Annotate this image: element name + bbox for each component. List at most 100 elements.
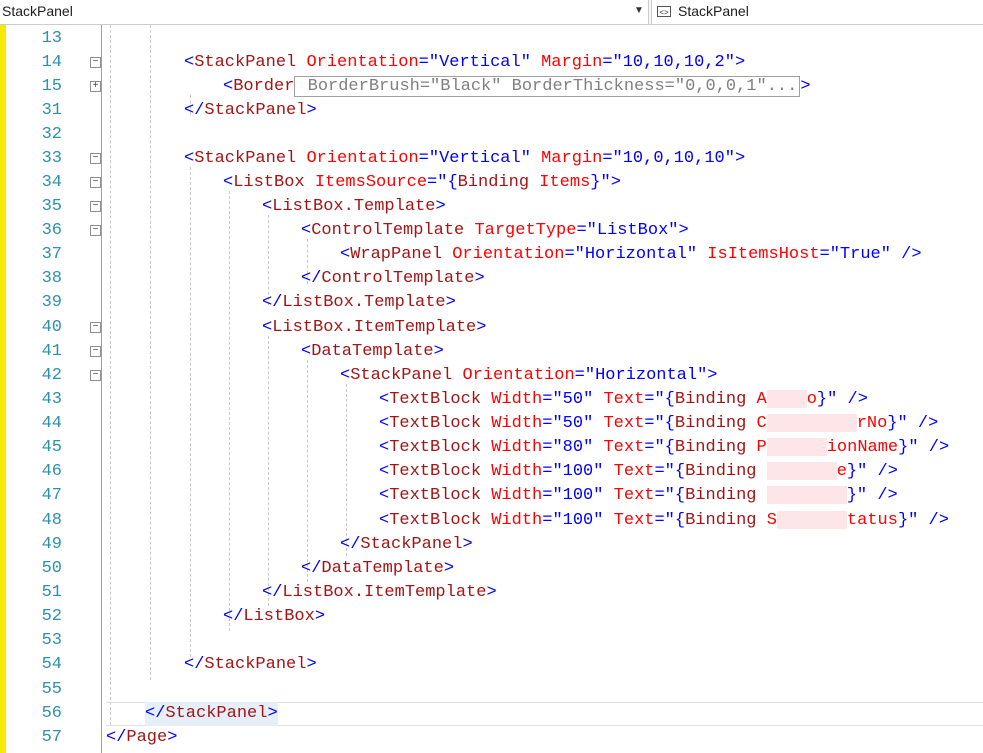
line-number: 13 [41,29,62,48]
line-number: 46 [41,462,62,481]
line-number: 42 [41,366,62,385]
code-editor[interactable]: 13 14 − <StackPanel Orientation="Vertica… [6,25,983,753]
redacted-text [766,389,807,408]
line-number: 53 [41,631,62,650]
code-line: 50 </DataTemplate> [6,557,983,581]
code-line: 15 + <Border BorderBrush="Black" BorderT… [6,75,983,99]
line-number: 37 [41,245,62,264]
collapse-icon[interactable]: − [90,225,101,236]
code-text: <DataTemplate> [301,342,444,361]
code-text: <StackPanel Orientation="Vertical" Margi… [184,53,746,72]
code-line: 14 − <StackPanel Orientation="Vertical" … [6,51,983,75]
collapse-icon[interactable]: − [90,153,101,164]
code-text: </Page> [106,728,178,747]
code-line: 46 <TextBlock Width="100" Text="{Binding… [6,460,983,484]
redacted-text [766,461,837,480]
code-line: 45 <TextBlock Width="80" Text="{Binding … [6,436,983,460]
line-number: 51 [41,583,62,602]
expand-icon[interactable]: + [90,81,101,92]
code-text: <TextBlock Width="50" Text="{Binding Ao}… [379,389,868,409]
line-number: 40 [41,318,62,337]
line-number: 54 [41,655,62,674]
code-line: 32 [6,123,983,147]
collapse-icon[interactable]: − [90,346,101,357]
line-number: 47 [41,486,62,505]
code-line: 52 </ListBox> [6,605,983,629]
code-text: <StackPanel Orientation="Horizontal"> [340,366,718,385]
code-line: 37 <WrapPanel Orientation="Horizontal" I… [6,243,983,267]
code-text: <TextBlock Width="100" Text="{Binding e}… [379,461,898,481]
line-number: 48 [41,511,62,530]
code-text: <TextBlock Width="50" Text="{Binding CrN… [379,413,939,433]
code-line: 36 − <ControlTemplate TargetType="ListBo… [6,219,983,243]
code-line: 39 </ListBox.Template> [6,291,983,315]
code-text: </ListBox.Template> [262,293,456,312]
member-dropdown-label: StackPanel [678,3,749,19]
type-dropdown[interactable]: StackPanel ▼ [0,0,649,24]
code-line: 38 </ControlTemplate> [6,267,983,291]
collapse-icon[interactable]: − [90,322,101,333]
type-dropdown-label: StackPanel [2,3,73,19]
collapsed-region[interactable]: BorderBrush="Black" BorderThickness="0,0… [294,76,801,97]
code-text: <TextBlock Width="100" Text="{Binding }"… [379,485,898,505]
line-number: 15 [41,77,62,96]
code-line: 40 − <ListBox.ItemTemplate> [6,316,983,340]
line-number: 55 [41,680,62,699]
code-text: <WrapPanel Orientation="Horizontal" IsIt… [340,245,922,264]
line-number: 34 [41,173,62,192]
line-number: 33 [41,149,62,168]
code-text: <TextBlock Width="100" Text="{Binding St… [379,510,949,530]
code-line: 48 <TextBlock Width="100" Text="{Binding… [6,509,983,533]
code-text: </DataTemplate> [301,559,455,578]
member-dropdown[interactable]: <> StackPanel [651,0,983,24]
code-line: 41 − <DataTemplate> [6,340,983,364]
code-line: 57 </Page> [6,726,983,750]
redacted-text [776,510,847,529]
code-text: </StackPanel> [184,655,317,674]
collapse-icon[interactable]: − [90,57,101,68]
collapse-icon[interactable]: − [90,370,101,381]
code-text: <TextBlock Width="80" Text="{Binding Pio… [379,437,950,457]
code-line: 42 − <StackPanel Orientation="Horizontal… [6,364,983,388]
redacted-text [766,485,847,504]
code-line: 54 </StackPanel> [6,653,983,677]
line-number: 39 [41,293,62,312]
code-text: </ListBox.ItemTemplate> [262,583,497,602]
line-number: 41 [41,342,62,361]
code-line: 13 [6,27,983,51]
code-line: 55 [6,678,983,702]
code-text: <StackPanel Orientation="Vertical" Margi… [184,149,746,168]
line-number: 56 [41,704,62,723]
collapse-icon[interactable]: − [90,177,101,188]
code-line: 44 <TextBlock Width="50" Text="{Binding … [6,412,983,436]
code-element-icon: <> [657,6,671,17]
line-number: 52 [41,607,62,626]
navigation-bar: StackPanel ▼ <> StackPanel [0,0,983,25]
line-number: 44 [41,414,62,433]
redacted-text [766,413,857,432]
line-number: 31 [41,101,62,120]
code-line: 53 [6,629,983,653]
code-line: 35 − <ListBox.Template> [6,195,983,219]
code-line: 33 − <StackPanel Orientation="Vertical" … [6,147,983,171]
code-line: 51 </ListBox.ItemTemplate> [6,581,983,605]
line-number: 43 [41,390,62,409]
line-number: 35 [41,197,62,216]
line-number: 57 [41,728,62,747]
line-number: 49 [41,535,62,554]
redacted-text [766,437,827,456]
code-text: </StackPanel> [184,101,317,120]
code-text: <ControlTemplate TargetType="ListBox"> [301,221,689,240]
code-line: 56 </StackPanel> [6,702,983,726]
collapse-icon[interactable]: − [90,201,101,212]
code-line: 34 − <ListBox ItemsSource="{Binding Item… [6,171,983,195]
code-line: 31 </StackPanel> [6,99,983,123]
line-number: 45 [41,438,62,457]
code-line: 43 <TextBlock Width="50" Text="{Binding … [6,388,983,412]
line-number: 50 [41,559,62,578]
line-number: 14 [41,53,62,72]
code-text: </ControlTemplate> [301,269,485,288]
line-number: 38 [41,269,62,288]
code-line: 47 <TextBlock Width="100" Text="{Binding… [6,484,983,508]
dropdown-arrow-icon[interactable]: ▼ [634,5,644,16]
